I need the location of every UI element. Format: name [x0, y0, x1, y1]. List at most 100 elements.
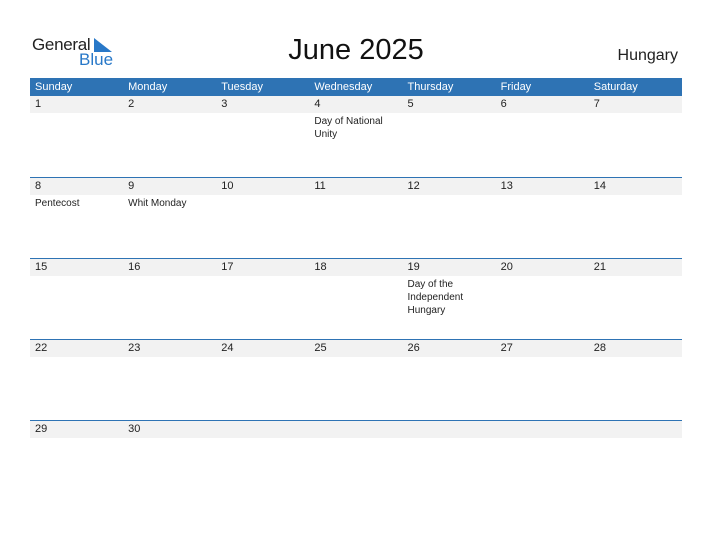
- holiday-label: [216, 357, 306, 359]
- day-number: 27: [495, 340, 589, 357]
- holiday-label: [589, 438, 679, 440]
- day-number: 28: [588, 340, 682, 357]
- day-cell: 22: [30, 340, 124, 420]
- day-cell: 30: [123, 421, 217, 501]
- weekday-monday: Monday: [128, 81, 168, 93]
- day-number: 19: [402, 259, 496, 276]
- day-number: 5: [402, 96, 496, 113]
- day-number: [309, 421, 403, 438]
- holiday-label: [309, 357, 399, 359]
- holiday-label: [496, 276, 586, 278]
- day-cell: 28: [588, 340, 682, 420]
- day-number: 3: [216, 96, 310, 113]
- weekday-sunday: Sunday: [35, 81, 73, 93]
- day-number: 10: [216, 178, 310, 195]
- day-number: 25: [309, 340, 403, 357]
- day-cell: 9 Whit Monday: [123, 178, 217, 258]
- holiday-label: [30, 357, 120, 359]
- day-number: 16: [123, 259, 217, 276]
- holiday-label: [309, 276, 399, 278]
- day-cell: 19 Day of the Independent Hungary: [402, 259, 496, 339]
- holiday-label: Whit Monday: [128, 198, 187, 209]
- day-number: [216, 421, 310, 438]
- day-number: 13: [495, 178, 589, 195]
- day-cell: 16: [123, 259, 217, 339]
- holiday-label: Pentecost: [35, 198, 80, 209]
- holiday-label: [403, 438, 493, 440]
- day-cell: 8 Pentecost: [30, 178, 124, 258]
- day-number: 22: [30, 340, 124, 357]
- day-number: 17: [216, 259, 310, 276]
- holiday-label: [403, 357, 493, 359]
- week-row: 8 Pentecost 9 Whit Monday 10 11 12 13 14: [30, 177, 682, 258]
- holiday-label: [123, 438, 213, 440]
- day-cell: 21: [588, 259, 682, 339]
- day-number: 1: [30, 96, 124, 113]
- day-cell: 12: [402, 178, 496, 258]
- day-number: 14: [588, 178, 682, 195]
- holiday-label: Day of National Unity: [314, 116, 383, 140]
- day-cell: [216, 421, 310, 501]
- holiday-label: [589, 357, 679, 359]
- holiday-label: [216, 113, 306, 115]
- weekday-tuesday: Tuesday: [221, 81, 264, 93]
- day-cell: 23: [123, 340, 217, 420]
- holiday-label: [496, 357, 586, 359]
- day-cell: 20: [495, 259, 589, 339]
- holiday-label: [123, 113, 213, 115]
- day-number: 15: [30, 259, 124, 276]
- day-number: 2: [123, 96, 217, 113]
- day-number: 20: [495, 259, 589, 276]
- day-cell: [402, 421, 496, 501]
- weekday-saturday: Saturday: [593, 81, 638, 93]
- day-number: 29: [30, 421, 124, 438]
- day-number: 30: [123, 421, 217, 438]
- day-number: 9: [123, 178, 217, 195]
- holiday-label: [123, 276, 213, 278]
- weekday-friday: Friday: [500, 81, 532, 93]
- day-number: 4: [309, 96, 403, 113]
- holiday-label: [403, 113, 493, 115]
- day-cell: 2: [123, 96, 217, 177]
- holiday-label: [496, 195, 586, 197]
- weekday-thursday: Thursday: [407, 81, 454, 93]
- day-number: 7: [588, 96, 682, 113]
- day-number: 23: [123, 340, 217, 357]
- day-cell: 7: [588, 96, 682, 177]
- holiday-label: [589, 113, 679, 115]
- holiday-label: [30, 438, 120, 440]
- day-cell: [309, 421, 403, 501]
- holiday-label: [30, 113, 120, 115]
- day-cell: 5: [402, 96, 496, 177]
- day-number: 12: [402, 178, 496, 195]
- weekday-header: Sunday Monday Tuesday Wednesday Thursday…: [30, 78, 682, 96]
- day-number: [588, 421, 682, 438]
- holiday-label: [216, 276, 306, 278]
- holiday-label: [309, 195, 399, 197]
- day-number: 18: [309, 259, 403, 276]
- holiday-label: [589, 195, 679, 197]
- week-row: 1 2 3 4 Day of National Unity 5 6 7: [30, 96, 682, 177]
- day-number: 21: [588, 259, 682, 276]
- day-number: [495, 421, 589, 438]
- weekday-wednesday: Wednesday: [314, 81, 373, 93]
- holiday-label: [496, 113, 586, 115]
- day-cell: 6: [495, 96, 589, 177]
- holiday-label: [496, 438, 586, 440]
- day-cell: 15: [30, 259, 124, 339]
- day-cell: 27: [495, 340, 589, 420]
- holiday-label: [589, 276, 679, 278]
- week-row: 15 16 17 18 19 Day of the Independent Hungary…: [30, 258, 682, 339]
- country-label: Hungary: [617, 47, 678, 64]
- calendar-title: June 2025: [288, 34, 424, 66]
- holiday-label: [216, 195, 306, 197]
- day-number: 24: [216, 340, 310, 357]
- holiday-label: Day of the Independent Hungary: [407, 279, 464, 316]
- day-cell: [588, 421, 682, 501]
- day-cell: 17: [216, 259, 310, 339]
- holiday-label: [30, 276, 120, 278]
- day-cell: 18: [309, 259, 403, 339]
- day-number: 11: [309, 178, 403, 195]
- holiday-label: [403, 195, 493, 197]
- day-cell: 13: [495, 178, 589, 258]
